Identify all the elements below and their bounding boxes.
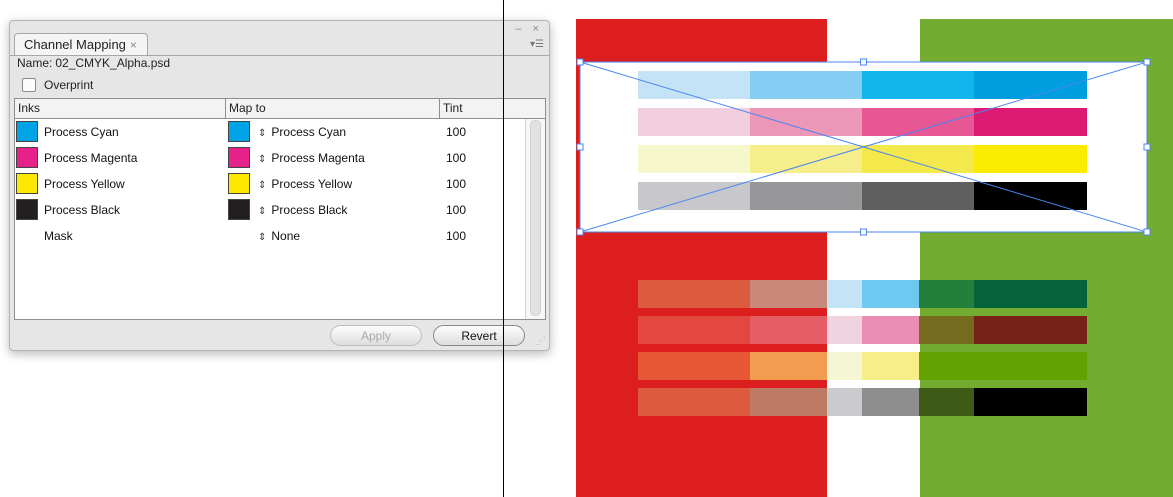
color-bar-segment bbox=[974, 316, 1087, 344]
color-bar-segment bbox=[862, 71, 974, 99]
color-bar-segment bbox=[638, 388, 750, 416]
color-bar-segment bbox=[638, 316, 750, 344]
color-bar-segment bbox=[827, 316, 862, 344]
color-bar-segment bbox=[827, 352, 862, 380]
color-bar-segment bbox=[750, 352, 827, 380]
color-bar-segment bbox=[638, 108, 750, 136]
color-bar-segment bbox=[827, 388, 862, 416]
document-canvas[interactable] bbox=[0, 0, 1173, 497]
color-bar-segment bbox=[862, 108, 974, 136]
color-bar-segment bbox=[862, 182, 974, 210]
color-bar-segment bbox=[862, 316, 919, 344]
color-bar-segment bbox=[750, 71, 862, 99]
color-bar-segment bbox=[919, 388, 974, 416]
color-bar-segment bbox=[750, 145, 862, 173]
color-bar-segment bbox=[862, 280, 919, 308]
color-bar-segment bbox=[974, 182, 1087, 210]
color-bar-segment bbox=[827, 280, 862, 308]
color-bar-segment bbox=[750, 182, 862, 210]
color-bar-segment bbox=[862, 388, 919, 416]
color-bar-segment bbox=[974, 108, 1087, 136]
color-bar-segment bbox=[862, 352, 919, 380]
color-bar-segment bbox=[919, 352, 974, 380]
color-bar-segment bbox=[638, 352, 750, 380]
color-bar-segment bbox=[974, 280, 1087, 308]
color-bar-segment bbox=[974, 71, 1087, 99]
color-bar-segment bbox=[638, 182, 750, 210]
color-bar-segment bbox=[750, 316, 827, 344]
color-bar-segment bbox=[750, 388, 827, 416]
color-bar-segment bbox=[750, 108, 862, 136]
color-bar-segment bbox=[750, 280, 827, 308]
color-bar-segment bbox=[919, 316, 974, 344]
color-bar-segment bbox=[638, 280, 750, 308]
color-bar-segment bbox=[638, 71, 750, 99]
color-bar-segment bbox=[974, 388, 1087, 416]
color-bar-segment bbox=[862, 145, 974, 173]
color-bar-segment bbox=[638, 145, 750, 173]
color-bar-segment bbox=[974, 352, 1087, 380]
color-bar-segment bbox=[919, 280, 974, 308]
color-bar-segment bbox=[974, 145, 1087, 173]
